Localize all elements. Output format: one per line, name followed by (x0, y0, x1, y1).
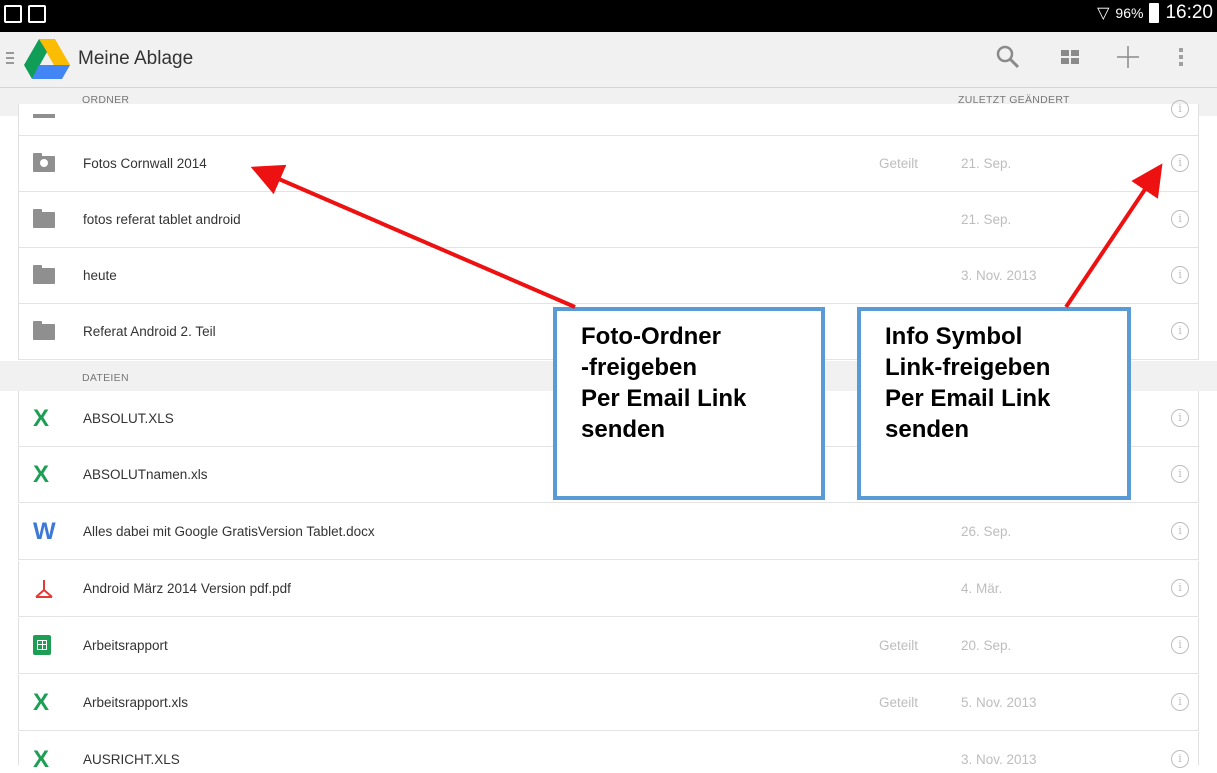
info-icon[interactable]: i (1171, 750, 1189, 768)
info-icon[interactable]: i (1171, 266, 1189, 284)
list-item[interactable]: X AUSRICHT.XLS 3. Nov. 2013 i (18, 732, 1199, 772)
item-date: 3. Nov. 2013 (961, 268, 1037, 283)
list-item-partial[interactable]: i (18, 100, 1199, 136)
shared-folder-icon (33, 153, 55, 175)
list-item[interactable]: Fotos Cornwall 2014 Geteilt 21. Sep. i (18, 136, 1199, 192)
callout-line: Per Email Link (581, 385, 747, 412)
list-item[interactable]: Android März 2014 Version pdf.pdf 4. Mär… (18, 561, 1199, 617)
info-icon[interactable]: i (1171, 210, 1189, 228)
excel-icon: X (33, 461, 50, 488)
battery-percent: 96% (1115, 5, 1144, 21)
info-icon[interactable]: i (1171, 579, 1189, 597)
info-icon[interactable]: i (1171, 465, 1189, 483)
item-date: 21. Sep. (961, 212, 1012, 227)
battery-icon (1149, 3, 1160, 23)
excel-icon: X (33, 746, 50, 773)
item-name: Alles dabei mit Google GratisVersion Tab… (83, 524, 375, 539)
folder-icon (33, 209, 55, 231)
word-icon: W (33, 518, 56, 545)
callout-folder-share: Foto-Ordner -freigeben Per Email Link se… (553, 307, 825, 500)
list-item[interactable]: W Alles dabei mit Google GratisVersion T… (18, 504, 1199, 560)
clipboard-check-notification-icon (28, 5, 46, 23)
page-title: Meine Ablage (78, 48, 194, 69)
callout-line: senden (885, 416, 970, 443)
status-bar: ▽ 96% 16:20 (0, 0, 1217, 32)
list-item[interactable]: fotos referat tablet android 21. Sep. i (18, 192, 1199, 248)
list-item[interactable]: Arbeitsrapport Geteilt 20. Sep. i (18, 618, 1199, 674)
info-icon[interactable]: i (1171, 409, 1189, 427)
info-icon[interactable]: i (1171, 522, 1189, 540)
item-date: 21. Sep. (961, 156, 1012, 171)
item-name: Arbeitsrapport.xls (83, 695, 189, 710)
item-name: Arbeitsrapport (83, 638, 168, 653)
add-icon[interactable] (1113, 44, 1143, 74)
overflow-menu-icon[interactable] (1166, 44, 1196, 74)
callout-line: Per Email Link (885, 385, 1051, 412)
item-date: 5. Nov. 2013 (961, 695, 1037, 710)
callout-line: Link-freigeben (885, 354, 1051, 381)
item-name: Referat Android 2. Teil (83, 324, 216, 339)
shared-label: Geteilt (879, 695, 919, 710)
sheets-icon (33, 635, 55, 657)
item-name: Fotos Cornwall 2014 (83, 156, 207, 171)
list-item[interactable]: heute 3. Nov. 2013 i (18, 248, 1199, 304)
callout-line: senden (581, 416, 666, 443)
item-name: fotos referat tablet android (83, 212, 241, 227)
menu-icon[interactable] (6, 52, 14, 67)
grid-view-icon[interactable] (1055, 44, 1085, 74)
callout-line: -freigeben (581, 354, 698, 381)
search-icon[interactable] (993, 44, 1023, 74)
excel-icon: X (33, 689, 50, 716)
item-name: ABSOLUTnamen.xls (83, 467, 208, 482)
folder-icon (33, 265, 55, 287)
info-icon[interactable]: i (1171, 693, 1189, 711)
item-date: 4. Mär. (961, 581, 1003, 596)
list-item[interactable]: X Arbeitsrapport.xls Geteilt 5. Nov. 201… (18, 675, 1199, 731)
google-drive-logo-icon[interactable] (24, 39, 70, 79)
app-bar: Meine Ablage (0, 32, 1217, 88)
folder-icon (33, 114, 55, 118)
files-label: DATEIEN (82, 372, 129, 384)
gallery-notification-icon (4, 5, 22, 23)
folder-icon (33, 321, 55, 343)
clock: 16:20 (1165, 2, 1213, 23)
info-icon[interactable]: i (1171, 636, 1189, 654)
shared-label: Geteilt (879, 638, 919, 653)
callout-info-symbol: Info Symbol Link-freigeben Per Email Lin… (857, 307, 1131, 500)
info-icon[interactable]: i (1171, 154, 1189, 172)
item-date: 20. Sep. (961, 638, 1012, 653)
callout-line: Info Symbol (885, 323, 1023, 350)
item-name: heute (83, 268, 117, 283)
wifi-icon: ▽ (1097, 5, 1110, 22)
pdf-icon (33, 578, 55, 600)
excel-icon: X (33, 405, 50, 432)
item-name: Android März 2014 Version pdf.pdf (83, 581, 291, 596)
info-icon[interactable]: i (1171, 100, 1189, 118)
info-icon[interactable]: i (1171, 322, 1189, 340)
item-name: ABSOLUT.XLS (83, 411, 174, 426)
item-date: 26. Sep. (961, 524, 1012, 539)
callout-line: Foto-Ordner (581, 323, 721, 350)
shared-label: Geteilt (879, 156, 919, 171)
